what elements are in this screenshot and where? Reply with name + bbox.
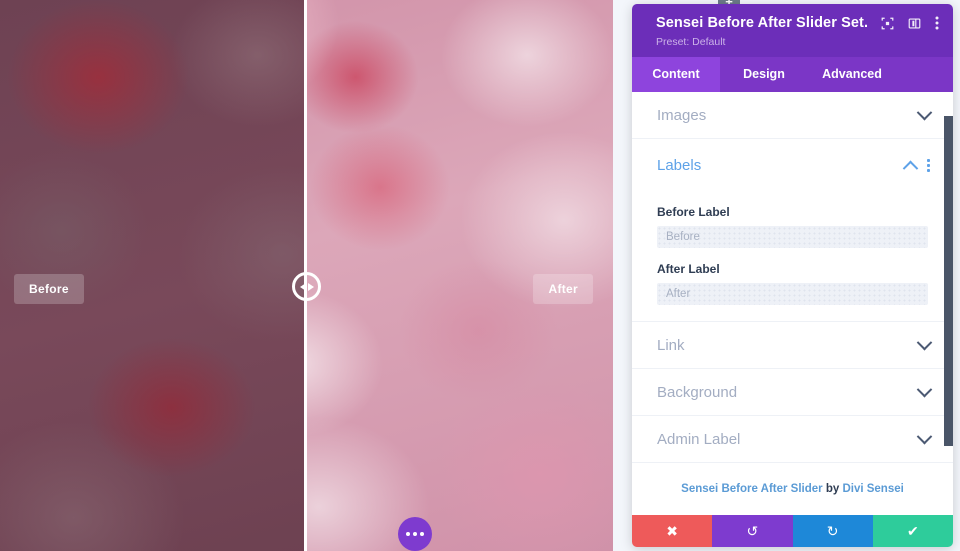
chevron-up-icon	[902, 160, 919, 176]
chevron-down-icon	[916, 381, 933, 397]
accordion-link-label: Link	[657, 336, 685, 354]
credit-by: by	[822, 483, 843, 495]
after-label-caption: After Label	[657, 262, 720, 276]
labels-options-icon[interactable]	[927, 158, 930, 172]
after-label-input[interactable]	[657, 283, 928, 305]
ellipsis-dot	[413, 532, 417, 536]
accordion-labels[interactable]: Labels	[632, 139, 953, 191]
labels-panel: Before Label After Label	[632, 191, 953, 322]
accordion-labels-label: Labels	[657, 156, 702, 174]
save-button[interactable]: ✔	[872, 515, 953, 547]
tab-content[interactable]: Content	[632, 57, 720, 92]
dot	[927, 168, 930, 172]
page-background: Before After + Sensei Before After Slide…	[0, 0, 960, 551]
accordion-admin-label-label: Admin Label	[657, 430, 741, 448]
after-label-field: After Label	[657, 262, 928, 305]
arrow-right-icon	[307, 282, 314, 291]
module-actions-button[interactable]	[398, 517, 432, 551]
tab-design[interactable]: Design	[720, 57, 808, 92]
arrow-left-icon	[299, 282, 306, 291]
product-link[interactable]: Sensei Before After Slider	[681, 483, 822, 495]
accordion-background[interactable]: Background	[632, 369, 953, 416]
before-after-slider-preview[interactable]: Before After	[0, 0, 613, 551]
modal-body: Images Labels Before Label Before After …	[632, 92, 953, 515]
dot	[927, 158, 930, 162]
credit-row: Sensei Before After Slider by Divi Sense…	[632, 463, 953, 515]
dot	[927, 163, 930, 167]
accordion-admin-label[interactable]: Admin Label	[632, 416, 953, 463]
modal-footer: ✖ ↺ ↻ ✔	[632, 515, 953, 547]
accordion-images[interactable]: Images	[632, 92, 953, 139]
ellipsis-dot	[406, 532, 410, 536]
before-label-field: Before Label	[657, 205, 928, 248]
author-link[interactable]: Divi Sensei	[842, 483, 903, 495]
module-settings-modal: Sensei Before After Slider Set... Preset…	[632, 4, 953, 547]
slider-drag-handle[interactable]	[292, 272, 321, 301]
ellipsis-dot	[420, 532, 424, 536]
before-label: Before	[14, 274, 84, 304]
redo-button[interactable]: ↻	[792, 515, 873, 547]
tab-advanced[interactable]: Advanced	[808, 57, 896, 92]
accordion-link[interactable]: Link	[632, 322, 953, 369]
before-label-caption: Before Label	[657, 205, 730, 219]
preset-selector[interactable]: Preset: Default	[656, 36, 939, 48]
before-label-input[interactable]	[657, 226, 928, 248]
focus-icon[interactable]	[881, 17, 894, 30]
cancel-button[interactable]: ✖	[632, 515, 713, 547]
layout-columns-icon[interactable]	[908, 17, 921, 30]
accordion-background-label: Background	[657, 383, 738, 401]
chevron-down-icon	[916, 104, 933, 120]
modal-scrollbar[interactable]	[944, 116, 953, 446]
accordion-images-label: Images	[657, 106, 707, 124]
more-options-icon[interactable]	[935, 16, 939, 30]
modal-title: Sensei Before After Slider Set...	[656, 15, 867, 31]
chevron-down-icon	[916, 334, 933, 350]
modal-header: Sensei Before After Slider Set... Preset…	[632, 4, 953, 57]
after-label: After	[533, 274, 593, 304]
chevron-down-icon	[916, 428, 933, 444]
modal-tabs: Content Design Advanced	[632, 57, 953, 92]
undo-button[interactable]: ↺	[712, 515, 793, 547]
